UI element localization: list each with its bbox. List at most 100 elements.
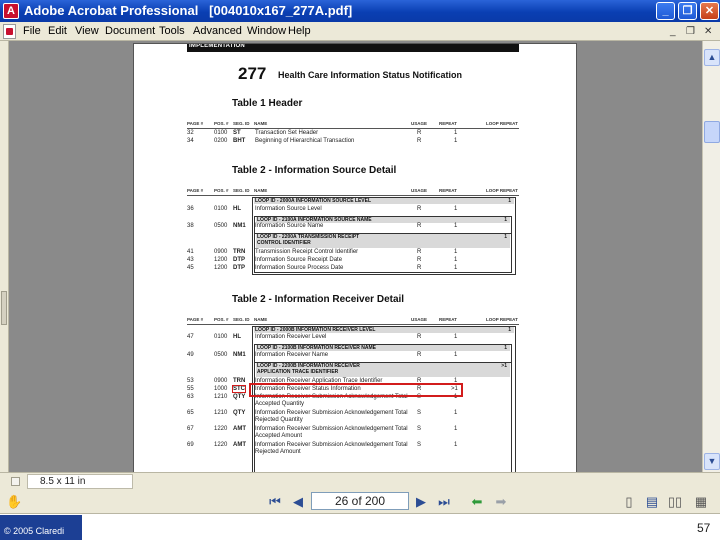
cell-repeat: 1 (454, 223, 458, 229)
cell-usage: R (417, 130, 422, 136)
single-page-icon[interactable]: ▯ (620, 493, 638, 511)
previous-page-icon[interactable]: ◀ (289, 493, 307, 511)
continuous-page-icon[interactable]: ▤ (643, 493, 661, 511)
pdf-page: IMPLEMENTATION 277 Health Care Informati… (133, 43, 577, 473)
vertical-scrollbar[interactable]: ▲ ▼ (702, 41, 720, 472)
col-seg-id: SEG. ID (233, 188, 250, 193)
status-toggle[interactable] (11, 477, 20, 486)
cell-pos: 1210 (214, 410, 228, 416)
table2a-heading: Table 2 - Information Source Detail (232, 165, 397, 176)
menu-bar: File Edit View Document Tools Advanced W… (0, 22, 720, 41)
menu-view[interactable]: View (75, 25, 99, 37)
scroll-thumb[interactable] (704, 121, 720, 143)
cell-pos: 0500 (214, 223, 228, 229)
cell-pos: 1200 (214, 265, 228, 271)
col-pos: POS. # (214, 188, 229, 193)
cell-seg-id: DTP (233, 265, 245, 271)
copyright-label: © 2005 Claredi (0, 515, 82, 540)
continuous-facing-icon[interactable]: ▦ (692, 493, 710, 511)
col-repeat: REPEAT (439, 188, 457, 193)
cell-pos: 0900 (214, 249, 228, 255)
menu-tools[interactable]: Tools (159, 25, 185, 37)
cell-pos: 0100 (214, 130, 228, 136)
last-page-icon[interactable]: ⏭ (435, 493, 453, 511)
cell-repeat: 1 (454, 206, 458, 212)
doc-close-button[interactable]: ✕ (704, 26, 712, 37)
cell-page: 34 (187, 138, 194, 144)
facing-pages-icon[interactable]: ▯▯ (666, 493, 684, 511)
cell-name: Transmission Receipt Control Identifier (255, 249, 359, 255)
menu-edit[interactable]: Edit (48, 25, 67, 37)
col-pos: POS. # (214, 317, 229, 322)
scroll-up-icon[interactable]: ▲ (704, 49, 720, 66)
cell-name: Information Source Name (255, 223, 324, 229)
cell-repeat: 1 (454, 249, 458, 255)
cell-usage: R (417, 206, 422, 212)
document-icon[interactable] (3, 24, 16, 39)
menu-help[interactable]: Help (288, 25, 311, 37)
loop-repeat: >1 (501, 363, 507, 369)
col-name: NAME (254, 188, 268, 193)
header-rule (187, 128, 519, 129)
col-seg-id: SEG. ID (233, 317, 250, 322)
cell-seg-id: NM1 (233, 223, 246, 229)
cell-usage: R (417, 265, 422, 271)
navigation-pane-grip[interactable] (1, 291, 7, 325)
cell-name: Information Receiver Submission Acknowle… (255, 442, 408, 448)
cell-page: 65 (187, 410, 194, 416)
cell-name: Information Receiver Level (255, 334, 327, 340)
col-seg-id: SEG. ID (233, 121, 250, 126)
page-number-field[interactable]: 26 of 200 (311, 492, 409, 510)
cell-page: 43 (187, 257, 194, 263)
back-icon[interactable]: ⬅ (468, 493, 486, 511)
col-page: PAGE # (187, 121, 204, 126)
menu-window[interactable]: Window (247, 25, 286, 37)
menu-advanced[interactable]: Advanced (193, 25, 242, 37)
cell-name: Accepted Amount (255, 433, 303, 439)
cell-pos: 1000 (214, 386, 228, 392)
cell-pos: 1200 (214, 257, 228, 263)
cell-seg-id: HL (233, 206, 241, 212)
loop-title-line2: APPLICATION TRACE IDENTIFIER (257, 369, 339, 375)
cell-seg-id: QTY (233, 394, 246, 400)
cell-usage: R (417, 334, 422, 340)
cell-seg-id: NM1 (233, 352, 246, 358)
col-usage: USAGE (411, 188, 428, 193)
loop-repeat: 1 (504, 217, 507, 223)
forward-icon[interactable]: ➡ (492, 493, 510, 511)
cell-seg-id: QTY (233, 410, 246, 416)
implementation-label: IMPLEMENTATION (189, 43, 245, 49)
cell-name: Transaction Set Header (255, 130, 319, 136)
next-page-icon[interactable]: ▶ (412, 493, 430, 511)
cell-repeat: 1 (454, 442, 458, 448)
maximize-button[interactable]: ❐ (678, 2, 697, 20)
loop-repeat: 1 (508, 198, 511, 204)
cell-pos: 0200 (214, 138, 228, 144)
menu-document[interactable]: Document (105, 25, 155, 37)
col-loop-repeat: LOOP REPEAT (486, 317, 518, 322)
title-bar: A Adobe Acrobat Professional [004010x167… (0, 0, 720, 22)
app-title: Adobe Acrobat Professional (24, 3, 199, 18)
cell-name: Information Source Receipt Date (255, 257, 343, 263)
minimize-button[interactable]: _ (656, 2, 675, 20)
first-page-icon[interactable]: ⏮ (266, 493, 284, 511)
col-page: PAGE # (187, 188, 204, 193)
scroll-down-icon[interactable]: ▼ (704, 453, 720, 470)
cell-name: Beginning of Hierarchical Transaction (255, 138, 355, 144)
transaction-number: 277 (238, 64, 267, 83)
cell-name: Information Receiver Submission Acknowle… (255, 426, 408, 432)
cell-name: Accepted Quantity (255, 401, 305, 407)
slide-number: 57 (697, 521, 711, 535)
cell-repeat: 1 (454, 410, 458, 416)
doc-minimize-button[interactable]: _ (670, 26, 676, 37)
cell-usage: R (417, 138, 422, 144)
page-size-field: 8.5 x 11 in (27, 474, 133, 489)
hand-tool-icon[interactable]: ✋ (6, 494, 22, 510)
header-rule (187, 195, 519, 196)
menu-file[interactable]: File (23, 25, 41, 37)
doc-restore-button[interactable]: ❐ (686, 26, 695, 37)
close-button[interactable]: ✕ (700, 2, 719, 20)
cell-usage: R (417, 223, 422, 229)
window-title: Adobe Acrobat Professional [004010x167_2… (24, 3, 352, 18)
col-name: NAME (254, 121, 268, 126)
